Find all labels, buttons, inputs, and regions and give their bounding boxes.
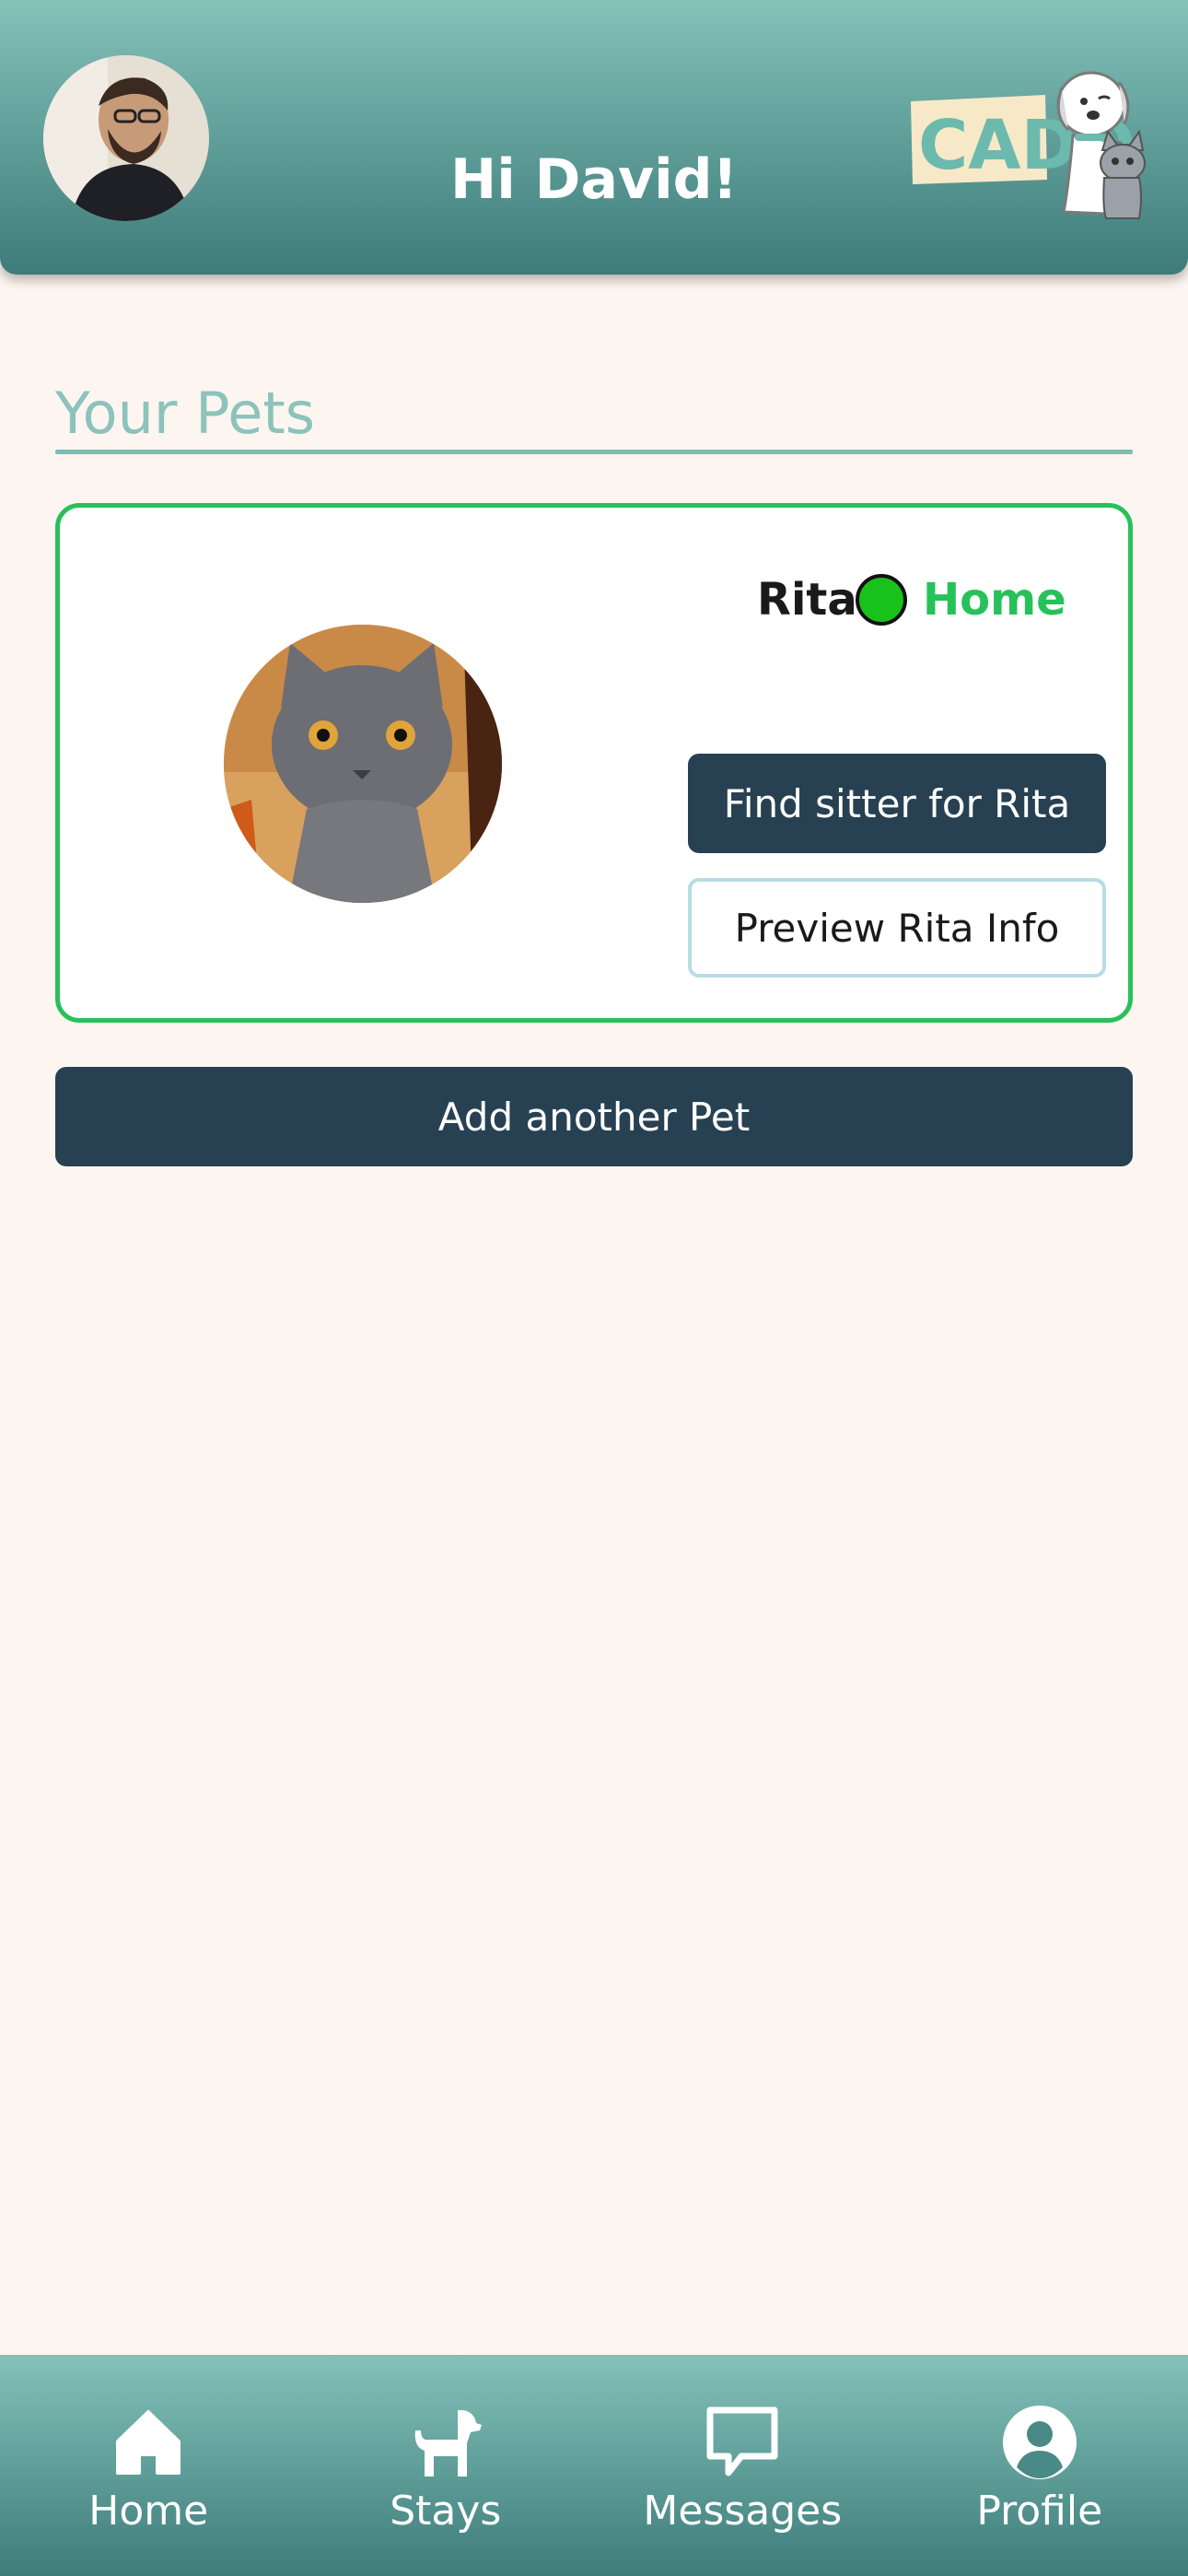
preview-pet-info-button[interactable]: Preview Rita Info — [688, 878, 1106, 978]
cado-logo: CADO — [907, 51, 1147, 226]
nav-item-home[interactable]: Home — [0, 2355, 297, 2576]
pet-name: Rita — [757, 574, 857, 626]
chat-bubble-icon — [706, 2406, 778, 2476]
dog-icon — [414, 2410, 482, 2476]
status-indicator-icon — [856, 574, 907, 626]
pet-photo-image — [224, 625, 502, 903]
section-title-your-pets: Your Pets — [55, 380, 315, 447]
find-sitter-button[interactable]: Find sitter for Rita — [688, 754, 1106, 853]
nav-item-messages[interactable]: Messages — [594, 2355, 891, 2576]
nav-label-profile: Profile — [976, 2488, 1103, 2535]
user-circle-icon — [1002, 2406, 1077, 2479]
pet-card: Rita Home Find sitter for Rita Preview R… — [55, 503, 1133, 1023]
app-root: Hi David! CADO Your Pets Rita Home Find … — [0, 0, 1188, 2576]
section-divider — [55, 450, 1133, 454]
nav-item-stays[interactable]: Stays — [297, 2355, 595, 2576]
nav-item-profile[interactable]: Profile — [891, 2355, 1188, 2576]
nav-label-stays: Stays — [390, 2488, 502, 2535]
bottom-nav: Home Stays Messages Profile — [0, 2355, 1188, 2576]
pet-photo[interactable] — [224, 625, 502, 903]
add-another-pet-button[interactable]: Add another Pet — [55, 1067, 1133, 1166]
nav-label-home: Home — [88, 2488, 209, 2535]
pet-status: Home — [923, 574, 1066, 626]
header-bar: Hi David! CADO — [0, 0, 1188, 275]
nav-label-messages: Messages — [643, 2488, 843, 2535]
home-icon — [116, 2410, 181, 2475]
